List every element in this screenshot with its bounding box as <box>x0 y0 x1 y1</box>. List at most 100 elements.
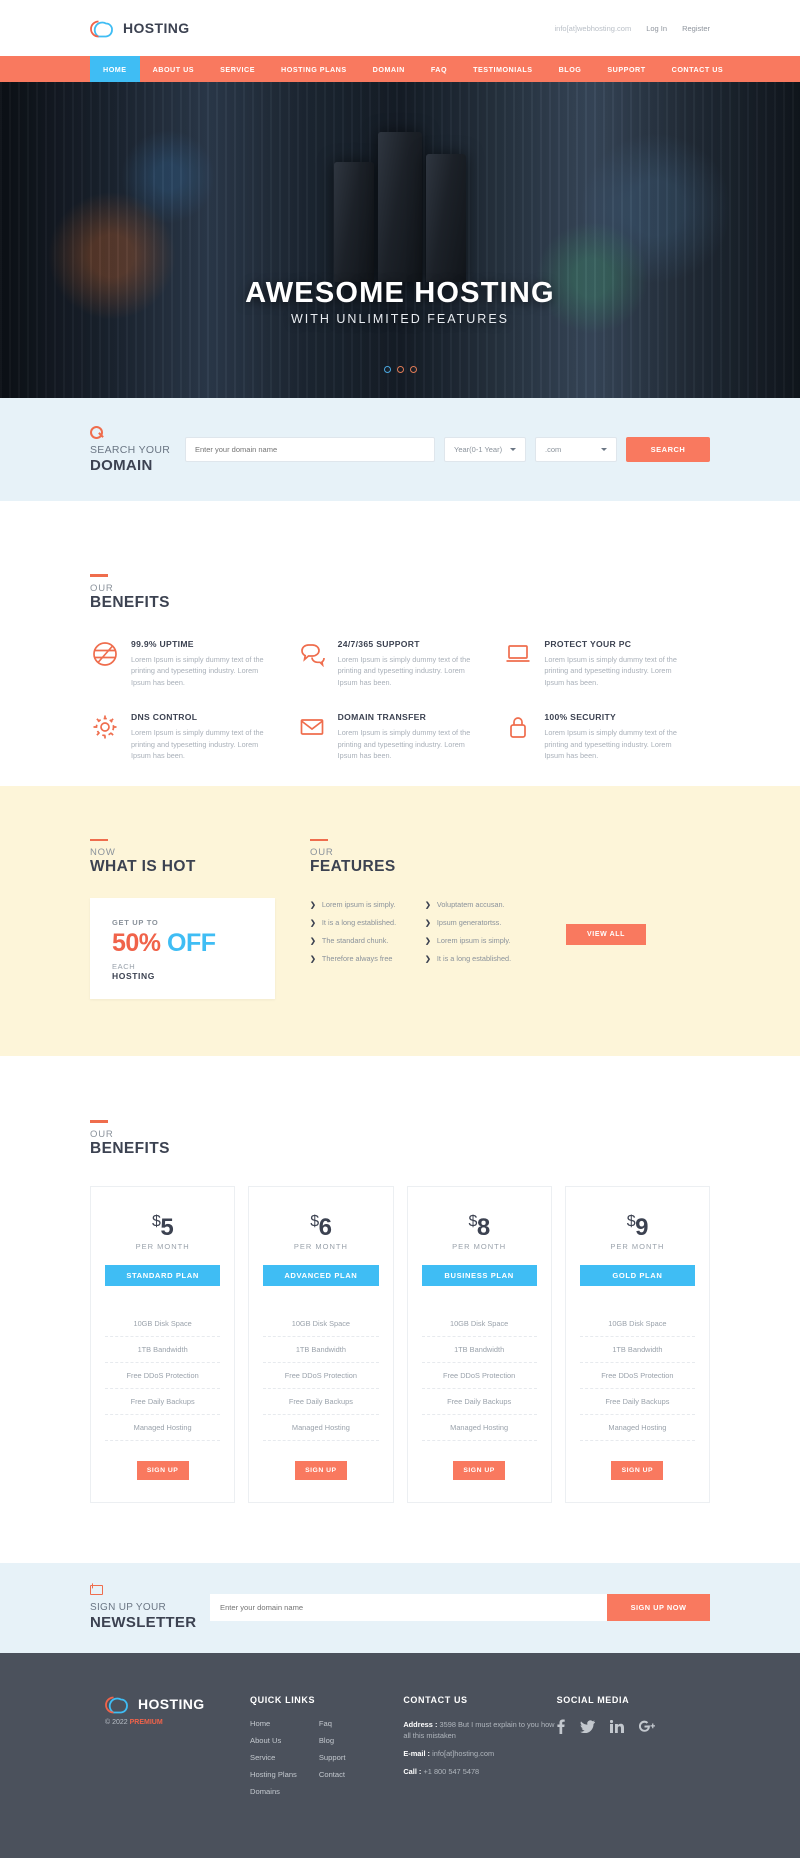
footer-logo[interactable]: HOSTING <box>105 1695 250 1714</box>
chevron-right-icon: ❯ <box>425 956 431 963</box>
feature-list-item[interactable]: ❯ Therefore always free <box>310 954 425 963</box>
site-footer: HOSTING © 2022 PREMIUM QUICK LINKS Home A… <box>0 1652 800 1858</box>
features-list-2: ❯ Voluptatem accusan. ❯ Ipsum generatorts… <box>425 900 540 972</box>
view-all-button[interactable]: VIEW ALL <box>566 924 646 945</box>
domain-search-button[interactable]: SEARCH <box>626 437 710 462</box>
pricing-grid: $5 PER MONTH STANDARD PLAN 10GB Disk Spa… <box>90 1185 710 1503</box>
feature-text: The standard chunk. <box>321 936 389 945</box>
hero-dot-1[interactable] <box>383 366 391 373</box>
newsletter-input[interactable] <box>210 1594 607 1621</box>
plan-period: PER MONTH <box>293 1241 348 1251</box>
nav-item-contact-us[interactable]: CONTACT US <box>659 56 737 82</box>
laptop-icon <box>503 639 533 689</box>
feature-list-item[interactable]: ❯ It is a long established. <box>425 954 540 963</box>
social-icons <box>557 1719 710 1738</box>
currency-symbol: $ <box>468 1212 477 1230</box>
footer-link-domains[interactable]: Domains <box>250 1787 297 1796</box>
feature-list-item[interactable]: ❯ Ipsum generatortss. <box>425 918 540 927</box>
plan-price-value: 5 <box>160 1213 174 1241</box>
footer-link-home[interactable]: Home <box>250 1719 297 1728</box>
hot-heading: NOW WHAT IS HOT <box>90 838 280 877</box>
newsletter-label: SIGN UP YOUR NEWSLETTER <box>90 1584 210 1631</box>
benefit-title: PROTECT YOUR PC <box>544 638 632 649</box>
plan-feature: Free DDoS Protection <box>263 1363 379 1389</box>
login-link[interactable]: Log In <box>646 24 667 33</box>
nav-item-hosting-plans[interactable]: HOSTING PLANS <box>268 56 360 82</box>
plan-name-button[interactable]: ADVANCED PLAN <box>263 1264 379 1286</box>
linkedin-icon[interactable] <box>609 1719 624 1737</box>
benefit-title: DNS CONTROL <box>131 712 198 722</box>
call-value: +1 800 547 5478 <box>423 1766 480 1776</box>
call-label: Call : <box>403 1766 422 1776</box>
plan-signup-button[interactable]: SIGN UP <box>136 1460 189 1480</box>
address-label: Address : <box>403 1719 438 1729</box>
pricing-card: $6 PER MONTH ADVANCED PLAN 10GB Disk Spa… <box>248 1185 394 1503</box>
plan-name-button[interactable]: GOLD PLAN <box>579 1264 695 1286</box>
feature-list-item[interactable]: ❯ Voluptatem accusan. <box>425 900 540 909</box>
plan-name-button[interactable]: BUSINESS PLAN <box>421 1264 537 1286</box>
nav-item-about-us[interactable]: ABOUT US <box>140 56 208 82</box>
cloud-icon <box>90 19 116 38</box>
nav-item-home[interactable]: HOME <box>90 56 140 82</box>
tld-select[interactable]: .com <box>535 437 617 462</box>
search-label-small: SEARCH YOUR <box>90 443 171 456</box>
newsletter-signup-button[interactable]: SIGN UP NOW <box>607 1594 710 1621</box>
year-select[interactable]: Year(0-1 Year) <box>444 437 526 462</box>
cloud-icon <box>105 1695 131 1714</box>
google-plus-icon[interactable] <box>638 1720 655 1737</box>
copyright-prefix: © 2022 <box>105 1718 128 1726</box>
footer-link-faq[interactable]: Faq <box>319 1719 346 1728</box>
footer-link-blog[interactable]: Blog <box>319 1736 346 1745</box>
plan-signup-button[interactable]: SIGN UP <box>611 1460 664 1480</box>
feature-text: Ipsum generatortss. <box>436 918 502 927</box>
hot-features-section: NOW WHAT IS HOT GET UP TO 50% OFF EACH H… <box>0 785 800 1056</box>
nav-item-blog[interactable]: BLOG <box>546 56 595 82</box>
footer-link-service[interactable]: Service <box>250 1753 297 1762</box>
twitter-icon[interactable] <box>579 1719 595 1737</box>
chevron-right-icon: ❯ <box>425 920 431 927</box>
hero-dot-3[interactable] <box>409 366 417 373</box>
contact-address: Address : 3598 But I must explain to you… <box>403 1719 556 1741</box>
contact-email: info[at]webhosting.com <box>554 23 632 33</box>
chat-bubble-icon <box>297 639 327 689</box>
plan-period: PER MONTH <box>135 1241 190 1251</box>
pricing-heading-big: BENEFITS <box>90 1139 170 1157</box>
newsletter-section: SIGN UP YOUR NEWSLETTER SIGN UP NOW <box>0 1562 800 1653</box>
plan-feature: 10GB Disk Space <box>263 1311 379 1337</box>
nav-item-domain[interactable]: DOMAIN <box>360 56 418 82</box>
nav-item-service[interactable]: SERVICE <box>207 56 268 82</box>
domain-search-input[interactable] <box>185 437 435 462</box>
feature-list-item[interactable]: ❯ Lorem ipsum is simply. <box>310 900 425 909</box>
site-logo-text: HOSTING <box>123 20 190 36</box>
hero-dot-2[interactable] <box>396 366 404 373</box>
footer-link-hosting-plans[interactable]: Hosting Plans <box>250 1770 297 1779</box>
top-bar-links: info[at]webhosting.com Log In Register <box>554 24 710 33</box>
feature-list-item[interactable]: ❯ Lorem ipsum is simply. <box>425 936 540 945</box>
chevron-right-icon: ❯ <box>425 938 431 945</box>
feature-list-item[interactable]: ❯ The standard chunk. <box>310 936 425 945</box>
gear-icon <box>90 712 120 762</box>
pricing-heading-small: OUR <box>90 1128 114 1140</box>
footer-link-support[interactable]: Support <box>319 1753 346 1762</box>
plan-name-button[interactable]: STANDARD PLAN <box>105 1264 221 1286</box>
footer-link-contact[interactable]: Contact <box>319 1770 346 1779</box>
top-bar: HOSTING info[at]webhosting.com Log In Re… <box>0 0 800 56</box>
search-icon <box>90 425 104 440</box>
plan-feature: Free DDoS Protection <box>105 1363 221 1389</box>
plan-signup-button[interactable]: SIGN UP <box>294 1460 347 1480</box>
nav-item-support[interactable]: SUPPORT <box>594 56 658 82</box>
nav-item-testimonials[interactable]: TESTIMONIALS <box>460 56 546 82</box>
facebook-icon[interactable] <box>557 1719 565 1738</box>
promo-discount: 50% OFF <box>112 929 275 958</box>
site-logo[interactable]: HOSTING <box>90 19 190 38</box>
register-link[interactable]: Register <box>682 24 710 33</box>
plan-feature: Managed Hosting <box>421 1415 537 1441</box>
feature-text: It is a long established. <box>436 954 512 963</box>
plan-signup-button[interactable]: SIGN UP <box>453 1460 506 1480</box>
feature-list-item[interactable]: ❯ It is a long established. <box>310 918 425 927</box>
pricing-card: $8 PER MONTH BUSINESS PLAN 10GB Disk Spa… <box>406 1185 552 1503</box>
nav-item-faq[interactable]: FAQ <box>418 56 460 82</box>
footer-link-about-us[interactable]: About Us <box>250 1736 297 1745</box>
features-heading: OUR FEATURES <box>310 838 710 877</box>
benefits-section: OUR BENEFITS 99.9% UPTIME Lorem Ipsum is… <box>0 501 800 786</box>
